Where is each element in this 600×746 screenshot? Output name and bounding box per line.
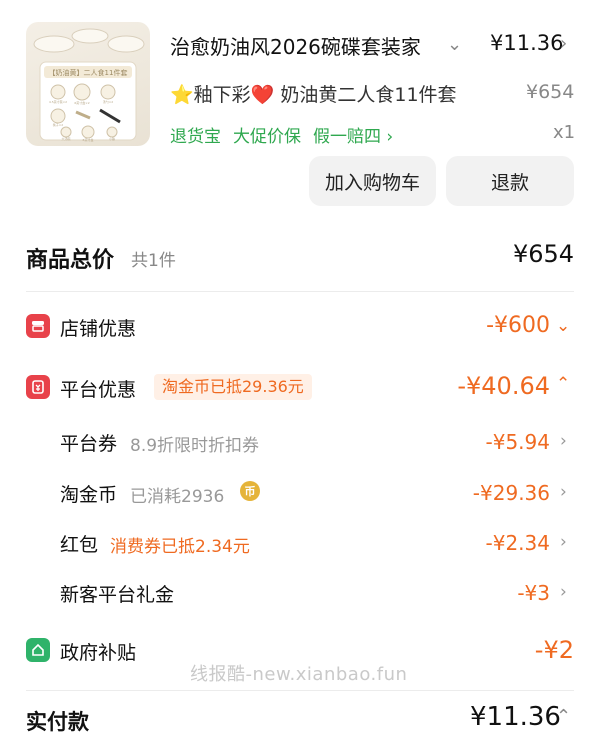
shop-discount-value[interactable]: -¥600: [474, 313, 550, 338]
payment-value: ¥11.36: [470, 702, 561, 732]
product-thumbnail[interactable]: 【奶油黄】二人食11件套 4.5英寸碗×2 6英寸盘×2 汤勺×2 筷子×2 大…: [26, 22, 150, 146]
coupon-hint: 8.9折限时折扣券: [130, 436, 260, 456]
red-packet-value[interactable]: -¥2.34: [476, 531, 550, 555]
service-tag: 退货宝: [170, 127, 221, 147]
coin-icon: 币: [240, 481, 260, 501]
chevron-right-icon[interactable]: ›: [560, 582, 567, 602]
platform-discount-label: 平台优惠: [60, 379, 137, 401]
thumb-item-label: 8英寸盘: [83, 137, 94, 142]
chevron-right-icon[interactable]: ›: [560, 532, 567, 552]
new-user-gift-value[interactable]: -¥3: [476, 581, 550, 605]
chevron-up-icon[interactable]: ⌃: [556, 706, 571, 727]
thumb-item-label: 小碟: [109, 136, 115, 141]
refund-button[interactable]: 退款: [446, 156, 574, 206]
gov-subsidy-value: -¥2: [534, 636, 574, 664]
sku-price: ¥654: [526, 81, 575, 103]
gov-subsidy-label: 政府补贴: [60, 642, 137, 664]
coin-value[interactable]: -¥29.36: [466, 481, 550, 505]
add-to-cart-button[interactable]: 加入购物车: [309, 156, 436, 206]
thumb-item-label: 筷子×2: [53, 122, 64, 127]
total-label: 商品总价: [26, 248, 115, 273]
home-icon: [26, 638, 50, 662]
divider: [26, 690, 574, 691]
watermark-text: 线报酷-new.xianbao.fun: [190, 664, 408, 685]
store-icon: [26, 314, 50, 338]
coupon-label: 平台券: [60, 433, 118, 455]
service-tags[interactable]: 退货宝 大促价保 假一赔四 ›: [170, 122, 405, 147]
chevron-down-icon[interactable]: ⌄: [447, 34, 462, 55]
new-user-gift-label: 新客平台礼金: [60, 584, 175, 606]
chevron-right-icon[interactable]: ›: [560, 33, 567, 54]
coin-deduction-badge: 淘金币已抵29.36元: [154, 374, 312, 400]
chevron-right-icon[interactable]: ›: [560, 431, 567, 451]
total-value: ¥654: [513, 240, 575, 268]
divider: [26, 291, 574, 292]
chevron-down-icon[interactable]: ⌄: [556, 316, 570, 336]
chevron-up-icon[interactable]: ⌃: [556, 374, 570, 394]
thumb-item-label: 4.5英寸碗×2: [49, 99, 67, 104]
shop-discount-label: 店铺优惠: [60, 318, 137, 340]
quantity: x1: [553, 122, 576, 143]
product-price: ¥11.36: [490, 31, 564, 55]
product-sku: ⭐釉下彩❤️ 奶油黄二人食11件套: [170, 84, 457, 106]
service-tag[interactable]: 假一赔四 ›: [313, 127, 393, 147]
red-packet-label: 红包: [60, 534, 99, 556]
total-count: 共1件: [131, 251, 176, 271]
coin-label: 淘金币: [60, 484, 118, 506]
thumb-item-label: 大汤碗: [61, 136, 70, 141]
coupon-value[interactable]: -¥5.94: [476, 430, 550, 454]
chevron-right-icon[interactable]: ›: [560, 482, 567, 502]
service-tag: 大促价保: [233, 127, 301, 147]
coin-hint: 已消耗2936: [130, 487, 225, 507]
product-title[interactable]: 治愈奶油风2026碗碟套装家: [170, 31, 442, 60]
red-packet-hint: 消费券已抵2.34元: [110, 537, 250, 557]
payment-label: 实付款: [26, 710, 89, 734]
thumb-item-label: 6英寸盘×2: [74, 100, 89, 105]
thumb-caption: 【奶油黄】二人食11件套: [49, 68, 128, 77]
platform-discount-value[interactable]: -¥40.64: [450, 372, 550, 400]
thumb-item-label: 汤勺×2: [103, 99, 114, 104]
platform-coupon-icon: [26, 375, 50, 399]
